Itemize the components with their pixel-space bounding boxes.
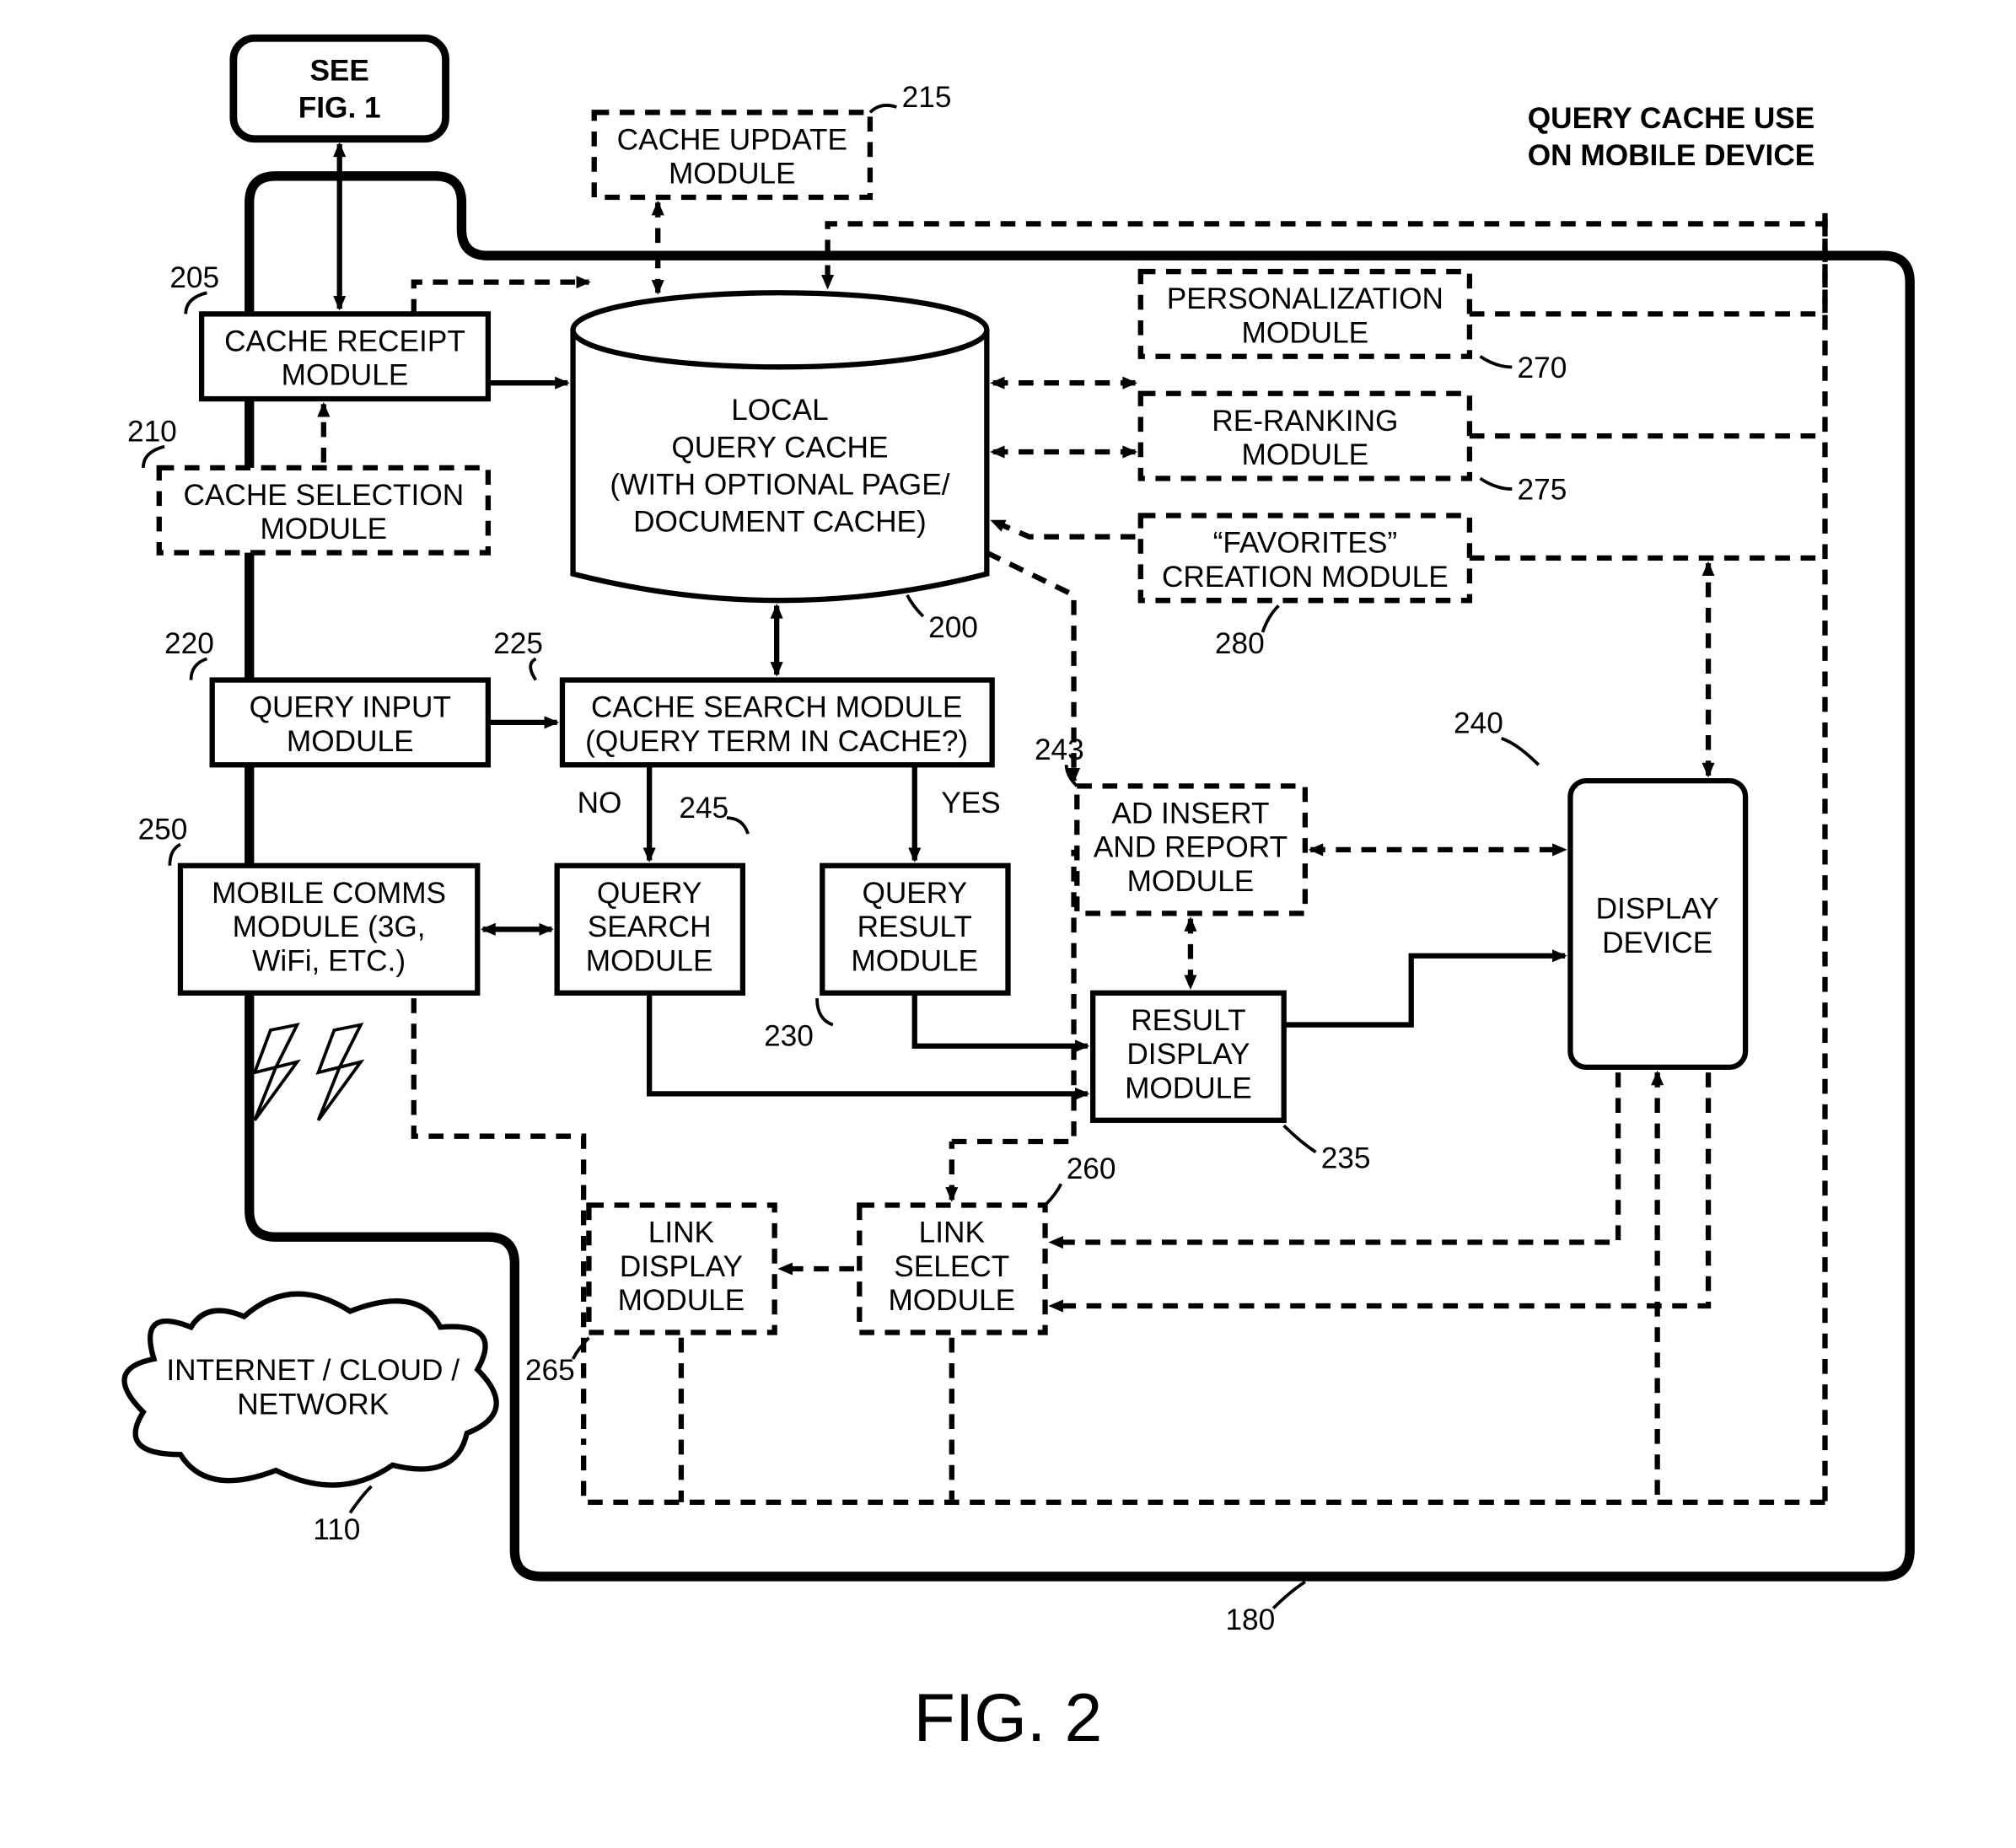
internet-l1: INTERNET / CLOUD / <box>166 1354 460 1387</box>
link-display-l1: LINK <box>648 1217 715 1249</box>
ref-265: 265 <box>525 1354 575 1387</box>
ref-180: 180 <box>1225 1604 1275 1636</box>
leader-220 <box>191 658 207 680</box>
result-display-l2: DISPLAY <box>1126 1038 1250 1071</box>
leader-110 <box>350 1486 371 1512</box>
link-select-l2: SELECT <box>894 1250 1009 1283</box>
query-search-l2: SEARCH <box>588 911 712 943</box>
ref-240: 240 <box>1454 706 1503 739</box>
favorites-l1: “FAVORITES” <box>1213 527 1398 560</box>
leader-215 <box>870 105 896 112</box>
cache-search-l1: CACHE SEARCH MODULE <box>591 691 962 724</box>
cache-receipt-l1: CACHE RECEIPT <box>224 325 465 357</box>
leader-205 <box>185 293 207 314</box>
query-input-l1: QUERY INPUT <box>250 691 451 724</box>
internet-l2: NETWORK <box>237 1388 390 1421</box>
ref-205: 205 <box>169 261 219 294</box>
ref-220: 220 <box>164 627 214 660</box>
ref-215: 215 <box>902 81 952 114</box>
mobile-comms-l3: WiFi, ETC.) <box>252 944 406 977</box>
see-fig1-text-1: SEE <box>309 55 368 88</box>
result-display-l1: RESULT <box>1131 1004 1245 1037</box>
cache-receipt-l2: MODULE <box>282 359 409 392</box>
ad-insert-l1: AD INSERT <box>1111 797 1269 830</box>
query-result-l2: RESULT <box>857 911 972 943</box>
display-device-l1: DISPLAY <box>1596 893 1719 926</box>
yes-label: YES <box>941 787 1000 819</box>
personalization-l1: PERSONALIZATION <box>1167 282 1443 315</box>
reranking-l1: RE-RANKING <box>1212 405 1398 438</box>
link-select-l1: LINK <box>919 1217 986 1249</box>
query-search-l3: MODULE <box>586 944 713 977</box>
query-cache-l3: (WITH OPTIONAL PAGE/ <box>610 468 949 501</box>
favorites-l2: CREATION MODULE <box>1162 561 1449 594</box>
ref-260: 260 <box>1067 1152 1116 1185</box>
personalization-l2: MODULE <box>1242 316 1369 349</box>
ad-insert-l3: MODULE <box>1127 865 1255 898</box>
link-display-l3: MODULE <box>618 1284 745 1317</box>
query-input-l2: MODULE <box>287 725 414 758</box>
cache-selection-l2: MODULE <box>260 513 387 545</box>
cache-selection-l1: CACHE SELECTION <box>183 479 464 512</box>
leader-180 <box>1273 1582 1305 1608</box>
ref-110: 110 <box>313 1513 360 1546</box>
mobile-comms-l2: MODULE (3G, <box>233 911 426 943</box>
mobile-comms-l1: MOBILE COMMS <box>212 877 446 910</box>
result-display-l3: MODULE <box>1125 1072 1252 1104</box>
cache-update-l1: CACHE UPDATE <box>617 123 847 156</box>
query-cache-l4: DOCUMENT CACHE) <box>633 505 927 538</box>
ref-275: 275 <box>1518 474 1567 507</box>
ref-250: 250 <box>138 813 188 846</box>
display-device-l2: DEVICE <box>1602 927 1712 959</box>
figure-caption: FIG. 2 <box>914 1680 1103 1756</box>
ref-225: 225 <box>493 627 543 660</box>
query-cache-l2: QUERY CACHE <box>671 431 888 464</box>
query-result-l1: QUERY <box>862 877 967 910</box>
ad-insert-l2: AND REPORT <box>1094 831 1288 864</box>
cache-search-l2: (QUERY TERM IN CACHE?) <box>585 725 968 758</box>
title-line2: ON MOBILE DEVICE <box>1528 139 1814 172</box>
local-query-cache: LOCAL QUERY CACHE (WITH OPTIONAL PAGE/ D… <box>573 293 987 600</box>
ref-245: 245 <box>679 792 728 825</box>
reranking-l2: MODULE <box>1242 438 1369 471</box>
cache-update-l2: MODULE <box>669 158 796 191</box>
link-display-l2: DISPLAY <box>620 1250 743 1283</box>
query-cache-l1: LOCAL <box>731 394 829 427</box>
no-label: NO <box>578 787 622 819</box>
ref-200: 200 <box>928 611 978 644</box>
ref-270: 270 <box>1518 352 1567 384</box>
ref-280: 280 <box>1215 627 1265 660</box>
leader-250 <box>169 845 180 866</box>
ref-230: 230 <box>764 1020 814 1053</box>
ref-243: 243 <box>1035 733 1084 766</box>
internet-cloud: INTERNET / CLOUD / NETWORK <box>125 1294 497 1485</box>
see-fig1-text-2: FIG. 1 <box>298 92 381 125</box>
leader-210 <box>143 447 164 468</box>
query-result-l3: MODULE <box>851 944 978 977</box>
diagram-canvas: SEE FIG. 1 QUERY CACHE USE ON MOBILE DEV… <box>0 0 2016 1848</box>
title-line1: QUERY CACHE USE <box>1528 102 1815 135</box>
ref-210: 210 <box>127 415 177 448</box>
link-select-l3: MODULE <box>888 1284 1015 1317</box>
ref-235: 235 <box>1321 1142 1371 1174</box>
query-search-l1: QUERY <box>597 877 702 910</box>
